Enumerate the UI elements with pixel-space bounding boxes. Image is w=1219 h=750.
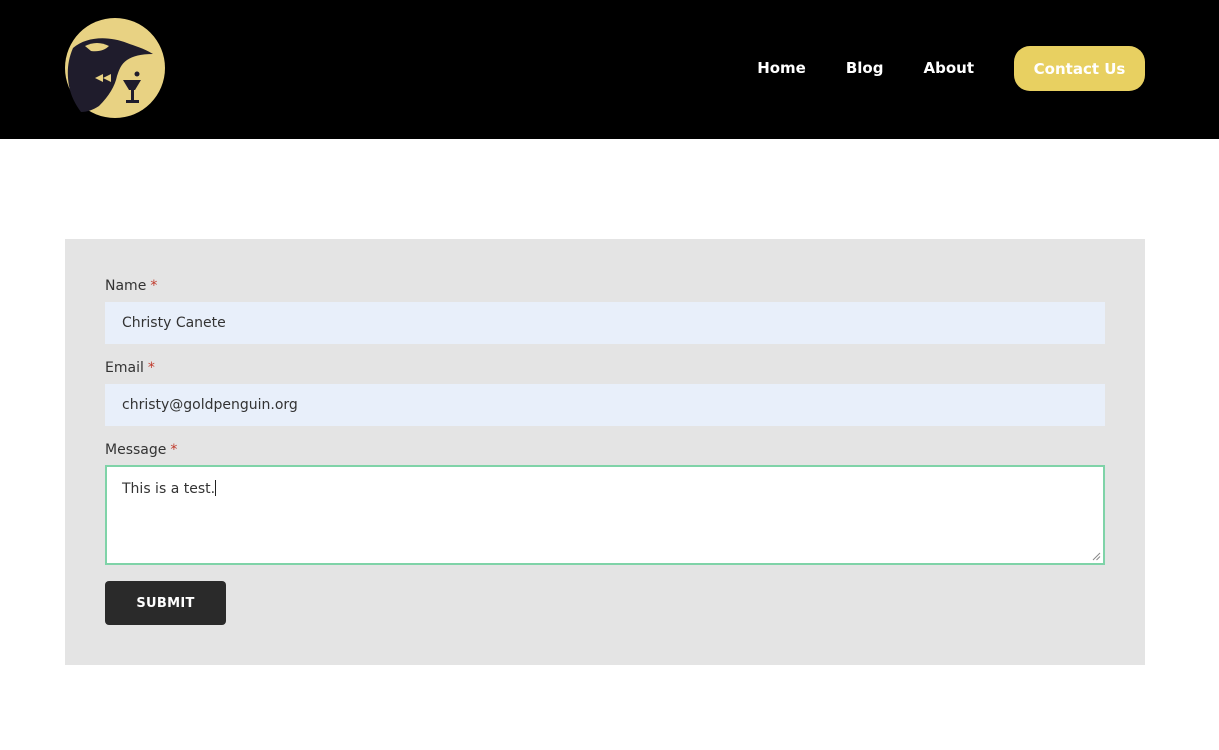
- email-label-text: Email: [105, 360, 144, 376]
- name-label: Name *: [105, 278, 157, 294]
- nav-home-link[interactable]: Home: [757, 46, 806, 91]
- required-marker: *: [150, 278, 158, 294]
- main-nav: Home Blog About Contact Us: [757, 46, 1145, 91]
- name-field[interactable]: Christy Canete: [105, 302, 1105, 344]
- required-marker: *: [170, 442, 178, 458]
- nav-about-link[interactable]: About: [923, 46, 974, 91]
- email-label: Email *: [105, 360, 155, 376]
- email-field[interactable]: christy@goldpenguin.org: [105, 384, 1105, 426]
- name-label-text: Name: [105, 278, 147, 294]
- required-marker: *: [147, 360, 155, 376]
- message-textarea[interactable]: This is a test.: [105, 465, 1105, 565]
- nav-blog-link[interactable]: Blog: [846, 46, 884, 91]
- penguin-logo-icon[interactable]: [65, 18, 165, 118]
- message-label-text: Message: [105, 442, 167, 458]
- message-label: Message *: [105, 442, 177, 458]
- message-text: This is a test.: [122, 481, 216, 497]
- site-header: Home Blog About Contact Us: [0, 0, 1219, 139]
- submit-button[interactable]: SUBMIT: [105, 581, 226, 625]
- contact-us-button[interactable]: Contact Us: [1014, 46, 1145, 91]
- text-caret: [215, 480, 217, 496]
- resize-grip-icon[interactable]: [1092, 552, 1101, 561]
- contact-form: Name * Christy Canete Email * christy@gold…: [65, 239, 1145, 665]
